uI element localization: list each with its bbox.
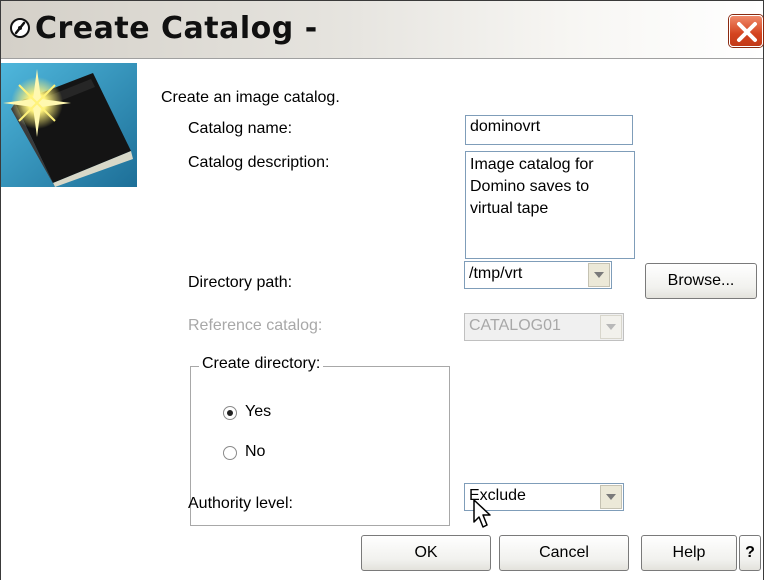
radio-yes-label: Yes — [245, 403, 272, 420]
catalog-name-value: dominovrt — [470, 118, 541, 135]
reference-catalog-value: CATALOG01 — [469, 317, 561, 334]
reference-catalog-dropdown-button[interactable] — [600, 315, 622, 339]
help-button[interactable]: Help — [641, 535, 737, 571]
directory-path-value: /tmp/vrt — [469, 265, 523, 282]
radio-yes-indicator[interactable] — [223, 406, 237, 420]
intro-text: Create an image catalog. — [161, 89, 340, 106]
ibm-navigator-icon — [10, 18, 30, 38]
mouse-pointer-icon — [473, 499, 491, 528]
dialog-body: Create an image catalog. Catalog name: d… — [1, 59, 763, 580]
radio-no-indicator[interactable] — [223, 446, 237, 460]
catalog-name-input[interactable]: dominovrt — [465, 115, 633, 145]
authority-level-dropdown-button[interactable] — [600, 485, 622, 509]
window-title: Create Catalog - — [35, 11, 318, 46]
catalog-name-label: Catalog name: — [188, 120, 293, 137]
catalog-book-image — [1, 63, 137, 187]
close-button[interactable] — [729, 15, 763, 47]
create-catalog-dialog: Create Catalog - Create an image catalog… — [0, 0, 764, 580]
directory-path-label: Directory path: — [188, 274, 293, 291]
chevron-down-icon — [606, 324, 616, 330]
reference-catalog-label: Reference catalog: — [188, 317, 323, 334]
reference-catalog-combo[interactable]: CATALOG01 — [464, 313, 624, 341]
whats-this-button[interactable]: ? — [739, 535, 761, 571]
directory-path-combo[interactable]: /tmp/vrt — [464, 261, 612, 289]
close-icon — [737, 22, 757, 42]
radio-no-label: No — [245, 443, 266, 460]
catalog-description-value: Image catalog for Domino saves to virtua… — [470, 156, 594, 217]
cancel-button[interactable]: Cancel — [499, 535, 629, 571]
title-bar[interactable]: Create Catalog - — [1, 1, 763, 59]
create-directory-label: Create directory: — [199, 355, 324, 373]
ok-button[interactable]: OK — [361, 535, 491, 571]
directory-path-dropdown-button[interactable] — [588, 263, 610, 287]
catalog-description-label: Catalog description: — [188, 154, 330, 171]
browse-button[interactable]: Browse... — [645, 263, 757, 299]
chevron-down-icon — [606, 494, 616, 500]
chevron-down-icon — [594, 272, 604, 278]
authority-level-label: Authority level: — [188, 495, 293, 512]
catalog-description-textarea[interactable]: Image catalog for Domino saves to virtua… — [465, 151, 635, 259]
